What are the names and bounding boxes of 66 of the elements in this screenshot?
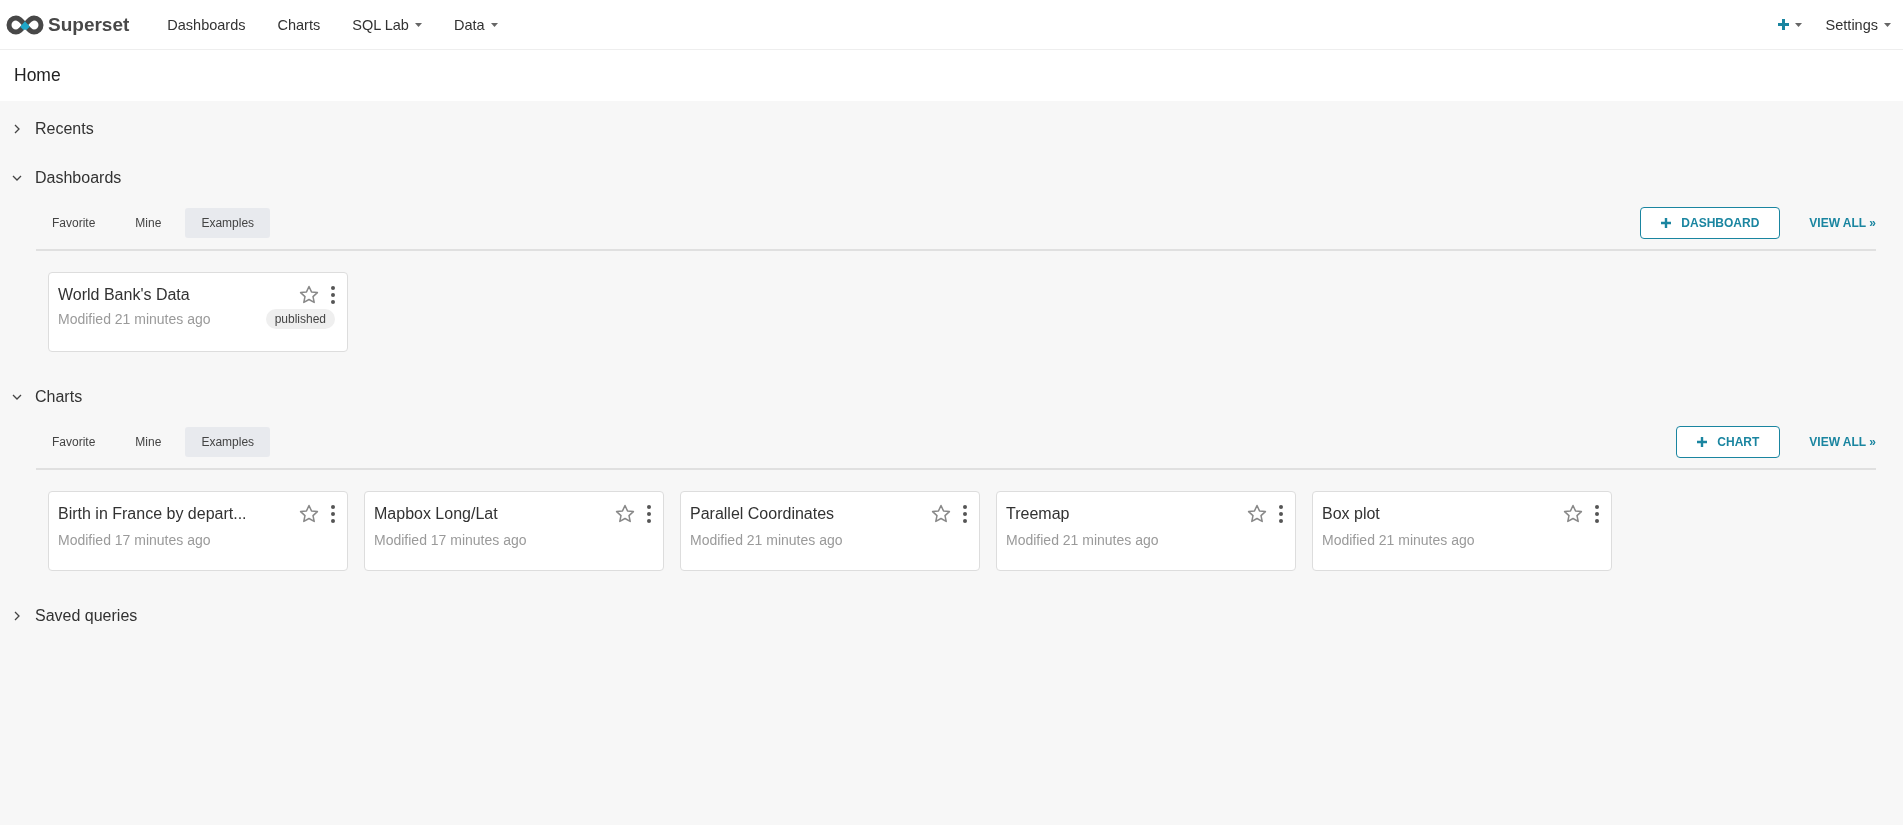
- modified-time: Modified 21 minutes ago: [1322, 532, 1475, 548]
- more-options-icon[interactable]: [1279, 504, 1283, 523]
- plus-icon: [1697, 437, 1708, 447]
- more-options-icon[interactable]: [1595, 504, 1599, 523]
- star-icon[interactable]: [1563, 504, 1583, 523]
- chart-card[interactable]: Mapbox Long/Lat Modified 17 minutes ago: [364, 491, 664, 571]
- dashboard-card[interactable]: World Bank's Data Modified 21 minutes ago published: [48, 272, 348, 352]
- view-all-link[interactable]: VIEW ALL »: [1809, 216, 1876, 230]
- section-header[interactable]: Dashboards: [12, 153, 1876, 202]
- section-header[interactable]: Recents: [12, 104, 1876, 153]
- page-title: Home: [14, 65, 61, 86]
- modified-time: Modified 21 minutes ago: [690, 532, 843, 548]
- star-icon[interactable]: [615, 504, 635, 523]
- chevron-icon: [12, 123, 22, 134]
- section-title: Dashboards: [35, 168, 122, 187]
- status-tag: published: [265, 309, 335, 329]
- nav-link[interactable]: Dashboards: [151, 16, 262, 33]
- view-all-link[interactable]: VIEW ALL »: [1809, 435, 1876, 449]
- more-options-icon[interactable]: [647, 504, 651, 523]
- chart-card[interactable]: Treemap Modified 21 minutes ago: [996, 491, 1296, 571]
- star-icon[interactable]: [299, 285, 319, 304]
- star-icon[interactable]: [1247, 504, 1267, 523]
- section-header[interactable]: Charts: [12, 372, 1876, 421]
- modified-time: Modified 21 minutes ago: [58, 311, 211, 327]
- card-title: Parallel Coordinates: [690, 504, 835, 523]
- filter-tab[interactable]: Examples: [185, 427, 271, 457]
- caret-icon: [1794, 22, 1802, 27]
- modified-time: Modified 17 minutes ago: [58, 532, 211, 548]
- plus-icon: [1661, 218, 1672, 228]
- card-title: Mapbox Long/Lat: [374, 504, 498, 523]
- more-options-icon[interactable]: [963, 504, 967, 523]
- card-title: Treemap: [1006, 504, 1070, 523]
- card-title: Box plot: [1322, 504, 1380, 523]
- more-options-icon[interactable]: [331, 504, 335, 523]
- caret-icon: [414, 22, 422, 27]
- chart-card[interactable]: Birth in France by depart... Modified 17 minutes ago: [48, 491, 348, 571]
- brand-name: Superset: [48, 13, 130, 36]
- section-title: Recents: [35, 119, 94, 138]
- chart-card[interactable]: Parallel Coordinates Modified 21 minutes ago: [680, 491, 980, 571]
- section-title: Saved queries: [35, 606, 138, 625]
- filter-tab[interactable]: Mine: [119, 427, 178, 457]
- settings-menu[interactable]: Settings: [1801, 16, 1891, 33]
- plus-icon: [1777, 19, 1789, 30]
- menu-dropdown[interactable]: SQL Lab: [336, 16, 438, 33]
- filter-tab[interactable]: Mine: [119, 208, 178, 238]
- chart-card[interactable]: Box plot Modified 21 minutes ago: [1312, 491, 1612, 571]
- logo-icon: [6, 14, 44, 35]
- filter-tab[interactable]: Favorite: [36, 427, 112, 457]
- section-title: Charts: [35, 387, 83, 406]
- card-title: Birth in France by depart...: [58, 504, 247, 523]
- filter-tab[interactable]: Favorite: [36, 208, 112, 238]
- modified-time: Modified 21 minutes ago: [1006, 532, 1159, 548]
- section-header[interactable]: Saved queries: [12, 591, 1876, 640]
- nav-link[interactable]: Charts: [261, 16, 337, 33]
- caret-icon: [490, 22, 498, 27]
- create-button[interactable]: CHART: [1676, 426, 1781, 458]
- star-icon[interactable]: [299, 504, 319, 523]
- menu-dropdown[interactable]: Data: [437, 16, 514, 33]
- star-icon[interactable]: [931, 504, 951, 523]
- card-title: World Bank's Data: [58, 285, 190, 304]
- more-options-icon[interactable]: [331, 285, 335, 304]
- create-button[interactable]: DASHBOARD: [1640, 207, 1781, 239]
- chevron-icon: [12, 610, 22, 621]
- filter-tab[interactable]: Examples: [185, 208, 271, 238]
- modified-time: Modified 17 minutes ago: [374, 532, 527, 548]
- caret-icon: [1884, 22, 1891, 27]
